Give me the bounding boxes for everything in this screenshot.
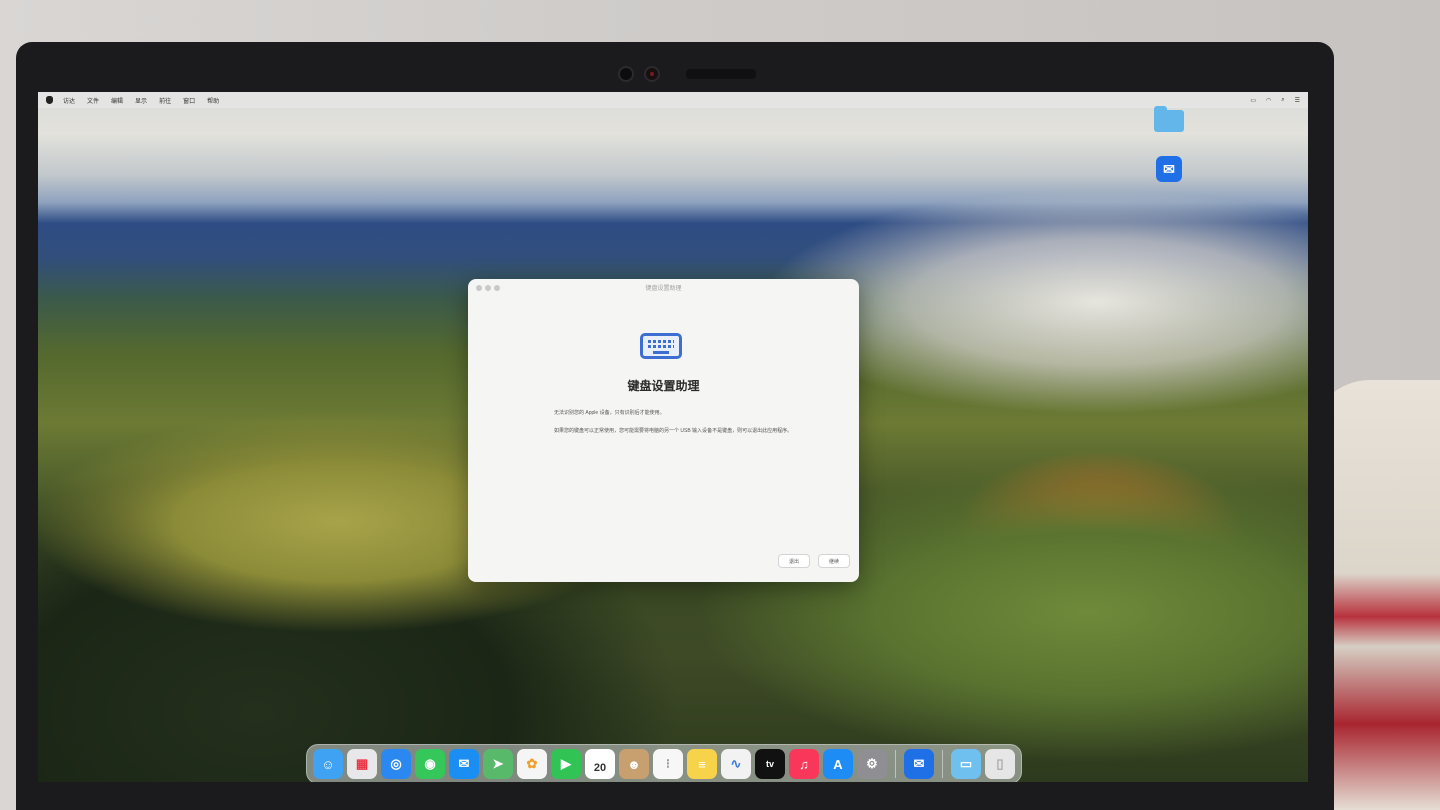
light-sensor [686, 69, 756, 79]
dialog-titlebar: 键盘设置助理 [468, 279, 859, 297]
wifi-icon[interactable]: ◠ [1266, 97, 1271, 104]
desktop-zoom-app[interactable]: ✉ [1156, 156, 1182, 182]
menu-item-help[interactable]: 帮助 [207, 96, 219, 105]
dock-separator [895, 750, 896, 778]
zoom-icon: ✉ [1156, 156, 1182, 182]
messages-icon[interactable]: ◉ [415, 749, 445, 779]
contacts-icon[interactable]: ☻ [619, 749, 649, 779]
menu-item-file[interactable]: 文件 [87, 96, 99, 105]
dock-separator [942, 750, 943, 778]
notes-icon[interactable]: ≡ [687, 749, 717, 779]
search-icon[interactable]: ⌕ [1281, 97, 1284, 104]
continue-button[interactable]: 继续 [818, 554, 850, 568]
folder-icon [1154, 106, 1184, 132]
menu-item-go[interactable]: 前往 [159, 96, 171, 105]
control-center-icon[interactable]: ☰ [1295, 97, 1300, 104]
maps-icon[interactable]: ➤ [483, 749, 513, 779]
trash-icon[interactable]: ▯ [985, 749, 1015, 779]
freeform-icon[interactable]: ∿ [721, 749, 751, 779]
apple-menu-icon[interactable] [46, 96, 53, 104]
keyboard-setup-assistant-dialog: 键盘设置助理 键盘设置助理 无法识别您的 Apple 设备，只有识别后才能使用。… [468, 279, 859, 582]
dialog-paragraph-1: 无法识别您的 Apple 设备，只有识别后才能使用。 [554, 410, 665, 416]
desktop-screen: 访达 文件 编辑 显示 前往 窗口 帮助 ▭ ◠ ⌕ ☰ ✉ 键盘设置助理 键盘… [38, 92, 1308, 782]
launchpad-icon[interactable]: ▦ [347, 749, 377, 779]
quit-button[interactable]: 退出 [778, 554, 810, 568]
menu-bar: 访达 文件 编辑 显示 前往 窗口 帮助 ▭ ◠ ⌕ ☰ [38, 92, 1308, 108]
menu-item-edit[interactable]: 编辑 [111, 96, 123, 105]
facetime-icon[interactable]: ▶ [551, 749, 581, 779]
safari-icon[interactable]: ◎ [381, 749, 411, 779]
desktop-folder[interactable] [1154, 106, 1184, 132]
reminders-icon[interactable]: ⁝ [653, 749, 683, 779]
webcam [612, 60, 764, 86]
battery-icon[interactable]: ▭ [1250, 97, 1256, 104]
folder-icon[interactable]: ▭ [951, 749, 981, 779]
keyboard-icon [640, 333, 682, 359]
camera-lens-icon [644, 66, 660, 82]
camera-sensor-icon [618, 66, 634, 82]
calendar-day: 20 [593, 761, 607, 774]
zoom-icon[interactable]: ✉ [904, 749, 934, 779]
photos-icon[interactable]: ✿ [517, 749, 547, 779]
menu-item-view[interactable]: 显示 [135, 96, 147, 105]
dialog-heading: 键盘设置助理 [627, 379, 700, 393]
dock: ☺ ▦ ◎ ◉ ✉ ➤ ✿ ▶ 20 ☻ ⁝ ≡ ∿ tv ♫ A ⚙ ✉ ▭ … [306, 744, 1022, 782]
dialog-paragraph-2: 如果您的键盘可以正常使用，您可能需要将电脑的另一个 USB 输入设备不是键盘，则… [554, 428, 793, 434]
apple-tv-icon[interactable]: tv [755, 749, 785, 779]
gear-icon[interactable]: ⚙ [857, 749, 887, 779]
calendar-icon[interactable]: 20 [585, 749, 615, 779]
menu-item-window[interactable]: 窗口 [183, 96, 195, 105]
dialog-window-title: 键盘设置助理 [645, 286, 682, 292]
finder-icon[interactable]: ☺ [313, 749, 343, 779]
status-menus: ▭ ◠ ⌕ ☰ [1250, 97, 1300, 104]
menu-item-finder[interactable]: 访达 [63, 96, 75, 105]
app-store-icon[interactable]: A [823, 749, 853, 779]
music-icon[interactable]: ♫ [789, 749, 819, 779]
mail-icon[interactable]: ✉ [449, 749, 479, 779]
